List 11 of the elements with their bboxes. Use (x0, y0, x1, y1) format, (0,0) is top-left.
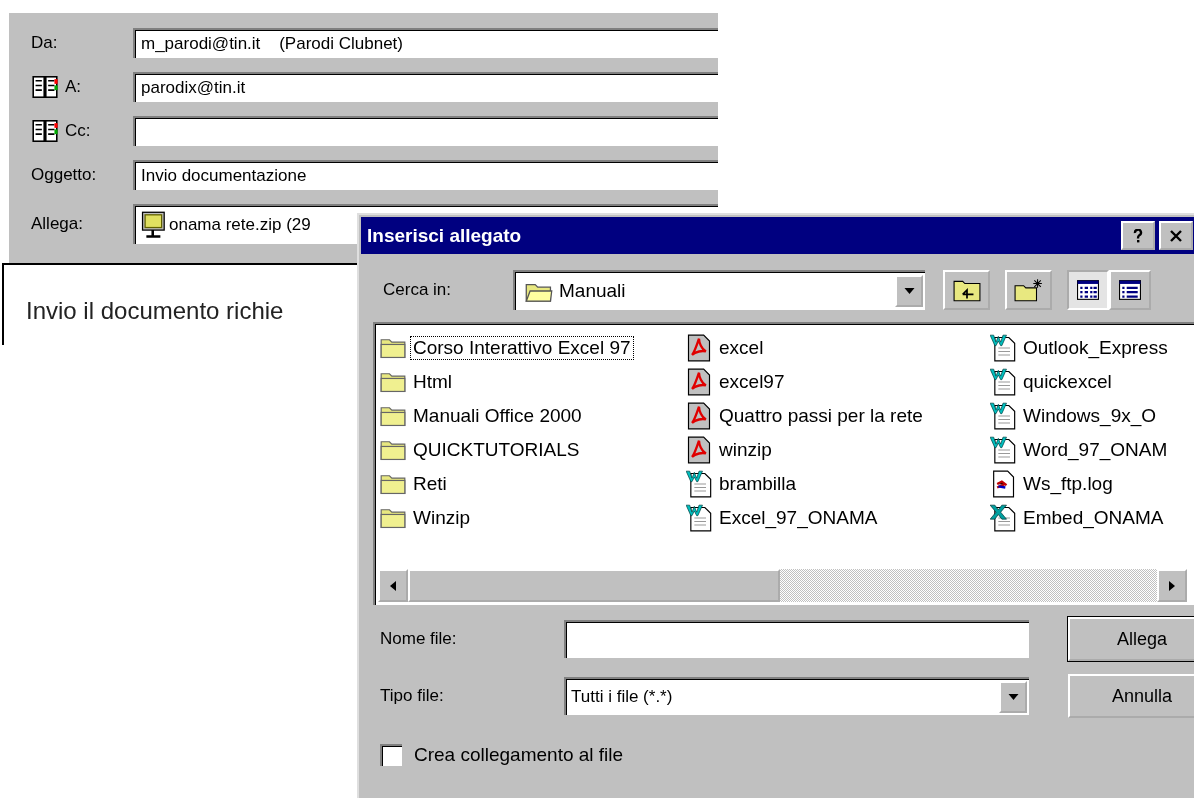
file-type-label: Tipo file: (380, 686, 445, 706)
field-label: Cc: (65, 121, 91, 141)
dialog-title: Inserisci allegato (367, 224, 522, 247)
field-label: Da: (31, 33, 58, 53)
field-label: Oggetto: (31, 165, 97, 185)
message-text: Invio il documento richie (26, 297, 284, 324)
field-label: A: (65, 77, 82, 97)
field-label: Allega: (31, 214, 83, 234)
file-name-label: Nome file: (380, 629, 458, 649)
checkbox-label: Crea collegamento al file (414, 744, 624, 766)
look-in-label: Cerca in: (383, 280, 453, 300)
